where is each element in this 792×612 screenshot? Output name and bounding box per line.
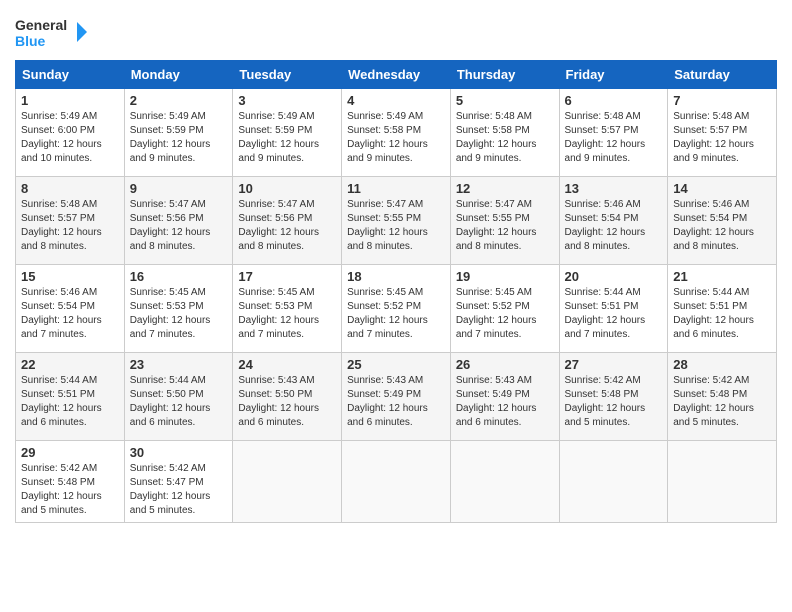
table-row: 25Sunrise: 5:43 AMSunset: 5:49 PMDayligh… <box>342 353 451 441</box>
empty-cell <box>559 441 668 523</box>
calendar-week-4: 22Sunrise: 5:44 AMSunset: 5:51 PMDayligh… <box>16 353 777 441</box>
table-row: 14Sunrise: 5:46 AMSunset: 5:54 PMDayligh… <box>668 177 777 265</box>
table-row: 4Sunrise: 5:49 AMSunset: 5:58 PMDaylight… <box>342 89 451 177</box>
table-row: 2Sunrise: 5:49 AMSunset: 5:59 PMDaylight… <box>124 89 233 177</box>
table-row: 6Sunrise: 5:48 AMSunset: 5:57 PMDaylight… <box>559 89 668 177</box>
table-row: 18Sunrise: 5:45 AMSunset: 5:52 PMDayligh… <box>342 265 451 353</box>
calendar-table: SundayMondayTuesdayWednesdayThursdayFrid… <box>15 60 777 523</box>
header-tuesday: Tuesday <box>233 61 342 89</box>
empty-cell <box>450 441 559 523</box>
table-row: 13Sunrise: 5:46 AMSunset: 5:54 PMDayligh… <box>559 177 668 265</box>
table-row: 19Sunrise: 5:45 AMSunset: 5:52 PMDayligh… <box>450 265 559 353</box>
svg-text:General: General <box>15 17 67 33</box>
table-row: 30Sunrise: 5:42 AMSunset: 5:47 PMDayligh… <box>124 441 233 523</box>
header-thursday: Thursday <box>450 61 559 89</box>
calendar-header-row: SundayMondayTuesdayWednesdayThursdayFrid… <box>16 61 777 89</box>
table-row: 1Sunrise: 5:49 AMSunset: 6:00 PMDaylight… <box>16 89 125 177</box>
table-row: 26Sunrise: 5:43 AMSunset: 5:49 PMDayligh… <box>450 353 559 441</box>
table-row: 3Sunrise: 5:49 AMSunset: 5:59 PMDaylight… <box>233 89 342 177</box>
table-row: 15Sunrise: 5:46 AMSunset: 5:54 PMDayligh… <box>16 265 125 353</box>
table-row: 23Sunrise: 5:44 AMSunset: 5:50 PMDayligh… <box>124 353 233 441</box>
header-monday: Monday <box>124 61 233 89</box>
table-row: 11Sunrise: 5:47 AMSunset: 5:55 PMDayligh… <box>342 177 451 265</box>
empty-cell <box>233 441 342 523</box>
table-row: 20Sunrise: 5:44 AMSunset: 5:51 PMDayligh… <box>559 265 668 353</box>
header-sunday: Sunday <box>16 61 125 89</box>
table-row: 21Sunrise: 5:44 AMSunset: 5:51 PMDayligh… <box>668 265 777 353</box>
table-row: 17Sunrise: 5:45 AMSunset: 5:53 PMDayligh… <box>233 265 342 353</box>
page-header: General Blue <box>15 10 777 54</box>
table-row: 24Sunrise: 5:43 AMSunset: 5:50 PMDayligh… <box>233 353 342 441</box>
logo: General Blue <box>15 14 95 54</box>
calendar-week-1: 1Sunrise: 5:49 AMSunset: 6:00 PMDaylight… <box>16 89 777 177</box>
table-row: 22Sunrise: 5:44 AMSunset: 5:51 PMDayligh… <box>16 353 125 441</box>
table-row: 10Sunrise: 5:47 AMSunset: 5:56 PMDayligh… <box>233 177 342 265</box>
calendar-week-3: 15Sunrise: 5:46 AMSunset: 5:54 PMDayligh… <box>16 265 777 353</box>
table-row: 27Sunrise: 5:42 AMSunset: 5:48 PMDayligh… <box>559 353 668 441</box>
table-row: 28Sunrise: 5:42 AMSunset: 5:48 PMDayligh… <box>668 353 777 441</box>
table-row: 9Sunrise: 5:47 AMSunset: 5:56 PMDaylight… <box>124 177 233 265</box>
table-row: 29Sunrise: 5:42 AMSunset: 5:48 PMDayligh… <box>16 441 125 523</box>
svg-text:Blue: Blue <box>15 33 46 49</box>
empty-cell <box>668 441 777 523</box>
table-row: 7Sunrise: 5:48 AMSunset: 5:57 PMDaylight… <box>668 89 777 177</box>
header-friday: Friday <box>559 61 668 89</box>
table-row: 16Sunrise: 5:45 AMSunset: 5:53 PMDayligh… <box>124 265 233 353</box>
table-row: 5Sunrise: 5:48 AMSunset: 5:58 PMDaylight… <box>450 89 559 177</box>
table-row: 12Sunrise: 5:47 AMSunset: 5:55 PMDayligh… <box>450 177 559 265</box>
empty-cell <box>342 441 451 523</box>
calendar-week-5: 29Sunrise: 5:42 AMSunset: 5:48 PMDayligh… <box>16 441 777 523</box>
calendar-week-2: 8Sunrise: 5:48 AMSunset: 5:57 PMDaylight… <box>16 177 777 265</box>
header-saturday: Saturday <box>668 61 777 89</box>
logo-svg: General Blue <box>15 14 95 54</box>
header-wednesday: Wednesday <box>342 61 451 89</box>
table-row: 8Sunrise: 5:48 AMSunset: 5:57 PMDaylight… <box>16 177 125 265</box>
